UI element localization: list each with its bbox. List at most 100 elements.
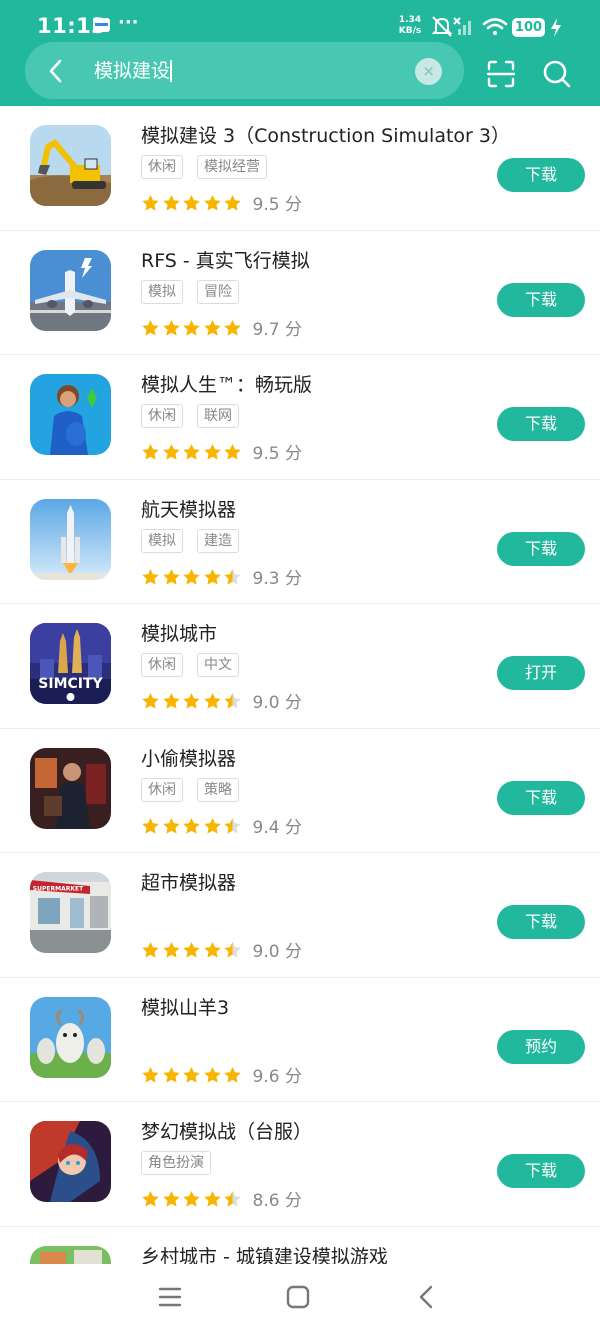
star-half-icon xyxy=(224,942,241,958)
star-rating xyxy=(141,1189,244,1209)
app-name[interactable]: RFS - 真实飞行模拟 xyxy=(141,248,310,274)
reserve-button[interactable]: 预约 xyxy=(497,1029,585,1064)
download-button[interactable]: 下载 xyxy=(497,282,585,317)
star-filled-icon xyxy=(183,195,200,211)
wifi-icon xyxy=(482,18,508,35)
star-filled-icon xyxy=(224,444,241,460)
tag: 策略 xyxy=(197,777,239,802)
score: 9.0 分 xyxy=(252,942,302,962)
star-filled-icon xyxy=(162,817,180,834)
airplane-icon[interactable] xyxy=(30,249,111,331)
download-button[interactable]: 下载 xyxy=(497,905,585,939)
excavator-icon[interactable] xyxy=(30,125,111,206)
home-icon[interactable] xyxy=(286,1285,310,1309)
score: 9.5 分 xyxy=(252,444,302,464)
app-name[interactable]: 小偷模拟器 xyxy=(141,746,236,772)
star-filled-icon xyxy=(162,319,180,336)
download-button[interactable]: 下载 xyxy=(497,531,585,566)
thief-icon[interactable] xyxy=(30,747,111,829)
search-icon[interactable] xyxy=(542,59,572,89)
star-filled-icon xyxy=(162,1066,180,1083)
app-list-item[interactable]: 乡村城市 - 城镇建设模拟游戏 xyxy=(0,1227,600,1265)
star-rating xyxy=(141,317,244,337)
search-input[interactable]: 模拟建设 xyxy=(94,58,170,84)
star-filled-icon xyxy=(183,568,200,585)
simcity-logo-text: SIMCITY xyxy=(38,676,103,692)
star-filled-icon xyxy=(183,319,200,336)
system-navigation-bar xyxy=(0,1264,600,1333)
star-filled-icon xyxy=(203,1066,221,1083)
star-filled-icon xyxy=(224,195,241,211)
star-filled-icon xyxy=(203,817,221,834)
star-filled-icon xyxy=(142,568,159,585)
tag: 休闲 xyxy=(141,404,183,428)
star-filled-icon xyxy=(142,1191,159,1207)
star-filled-icon xyxy=(203,195,221,211)
app-name[interactable]: 梦幻模拟战（台服） xyxy=(141,1119,312,1145)
tag-list: 模拟 建造 xyxy=(141,528,253,553)
download-button[interactable]: 下载 xyxy=(497,407,585,441)
simcity-icon[interactable]: SIMCITY xyxy=(30,623,111,704)
back-icon[interactable] xyxy=(417,1284,435,1310)
text-cursor xyxy=(170,60,172,82)
supermarket-icon[interactable]: SUPERMARKET xyxy=(30,872,111,953)
tag: 联网 xyxy=(197,404,239,428)
more-notifications-icon: ··· xyxy=(118,12,139,33)
app-list-item[interactable]: 模拟山羊3 9.6 分 预约 xyxy=(0,978,600,1102)
star-filled-icon xyxy=(142,817,159,834)
star-filled-icon xyxy=(203,319,221,336)
star-filled-icon xyxy=(203,1191,221,1207)
rating: 9.6 分 xyxy=(141,1062,302,1087)
star-filled-icon xyxy=(203,942,221,958)
star-filled-icon xyxy=(224,319,241,336)
open-button[interactable]: 打开 xyxy=(497,656,585,690)
app-list-item[interactable]: 模拟建设 3（Construction Simulator 3） 休闲 模拟经营 … xyxy=(0,106,600,231)
download-button[interactable]: 下载 xyxy=(497,158,585,192)
recent-apps-icon[interactable] xyxy=(158,1286,182,1308)
tag-list: 休闲 策略 xyxy=(141,777,253,802)
search-results-list[interactable]: 模拟建设 3（Construction Simulator 3） 休闲 模拟经营 … xyxy=(0,106,600,1264)
app-name[interactable]: 模拟城市 xyxy=(141,621,217,647)
search-bar[interactable] xyxy=(25,42,464,99)
star-half-icon xyxy=(224,568,241,585)
goat-icon[interactable] xyxy=(30,996,111,1078)
star-filled-icon xyxy=(162,568,180,585)
star-rating xyxy=(141,940,244,960)
star-filled-icon xyxy=(162,942,180,958)
download-button[interactable]: 下载 xyxy=(497,780,585,815)
app-name[interactable]: 模拟山羊3 xyxy=(141,995,229,1021)
sims-icon[interactable] xyxy=(30,374,111,455)
tag: 模拟经营 xyxy=(197,155,267,179)
star-rating xyxy=(141,691,244,711)
app-list-item[interactable]: 航天模拟器 模拟 建造 9.3 分 下载 xyxy=(0,480,600,604)
app-name[interactable]: 模拟人生™：畅玩版 xyxy=(141,372,312,398)
village-city-icon[interactable] xyxy=(30,1245,111,1265)
app-name[interactable]: 超市模拟器 xyxy=(141,870,236,896)
app-list-item[interactable]: RFS - 真实飞行模拟 模拟 冒险 9.7 分 下载 xyxy=(0,231,600,355)
score: 9.6 分 xyxy=(252,1066,302,1087)
signal-icon xyxy=(453,17,471,35)
back-arrow-icon[interactable] xyxy=(45,58,67,84)
star-filled-icon xyxy=(203,444,221,460)
scan-icon[interactable] xyxy=(486,59,516,89)
app-list-item[interactable]: 梦幻模拟战（台服） 角色扮演 8.6 分 下载 xyxy=(0,1102,600,1227)
app-list-item[interactable]: 小偷模拟器 休闲 策略 9.4 分 下载 xyxy=(0,729,600,853)
app-name[interactable]: 航天模拟器 xyxy=(141,497,236,523)
clear-search-button[interactable]: × xyxy=(415,58,442,85)
download-button[interactable]: 下载 xyxy=(497,1154,585,1188)
star-half-icon xyxy=(224,817,241,834)
rocket-icon[interactable] xyxy=(30,498,111,580)
tag: 模拟 xyxy=(141,528,183,553)
app-name[interactable]: 乡村城市 - 城镇建设模拟游戏 xyxy=(141,1244,388,1265)
app-list-item[interactable]: SUPERMARKET 超市模拟器 9.0 分 下载 xyxy=(0,853,600,978)
app-list-item[interactable]: SIMCITY 模拟城市 休闲 中文 9.0 分 打开 xyxy=(0,604,600,729)
rating: 9.4 分 xyxy=(141,813,302,838)
star-filled-icon xyxy=(183,942,200,958)
app-name[interactable]: 模拟建设 3（Construction Simulator 3） xyxy=(141,123,510,149)
tag: 角色扮演 xyxy=(141,1151,211,1175)
rating: 8.6 分 xyxy=(141,1186,302,1211)
langrisser-icon[interactable] xyxy=(30,1121,111,1202)
star-rating xyxy=(141,566,244,586)
app-list-item[interactable]: 模拟人生™：畅玩版 休闲 联网 9.5 分 下载 xyxy=(0,355,600,480)
star-filled-icon xyxy=(203,568,221,585)
